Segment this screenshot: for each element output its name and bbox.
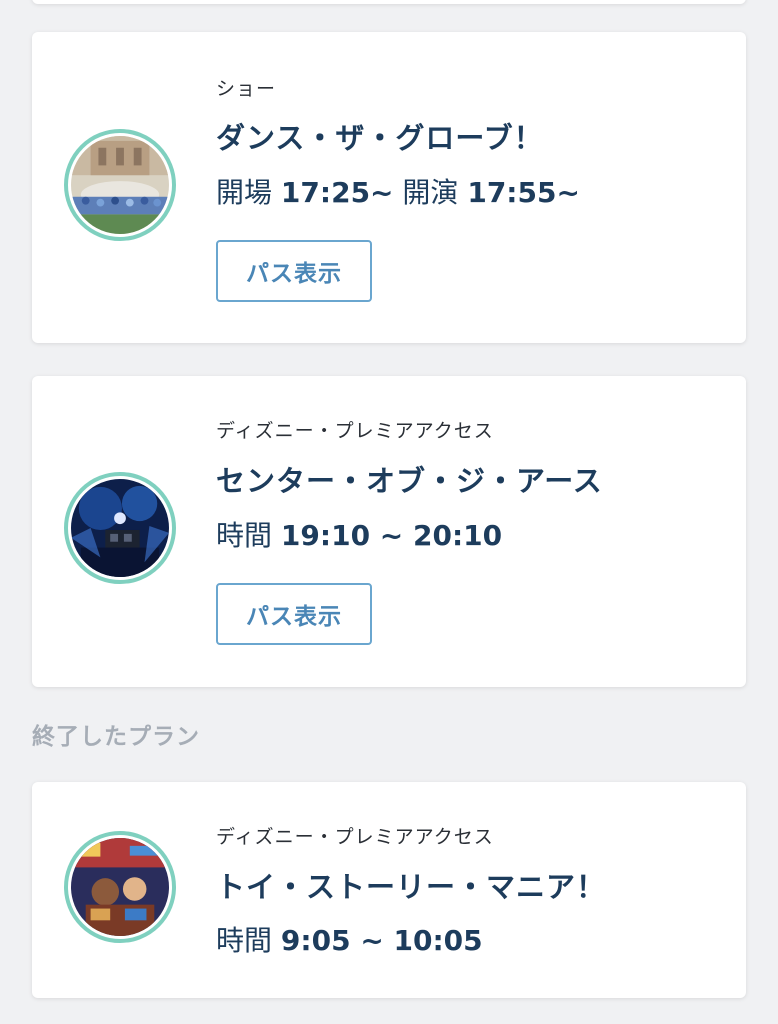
plan-title: ダンス・ザ・グローブ！: [216, 121, 544, 155]
plan-category: ショー: [216, 78, 277, 100]
previous-plan-card: [32, 0, 746, 4]
time-label: 時間: [216, 924, 273, 957]
open-time: 17:25~: [280, 176, 394, 209]
plan-category: ディズニー・プレミアアクセス: [216, 420, 494, 442]
start-time: 17:55~: [467, 176, 580, 209]
attraction-image: [71, 838, 169, 936]
finished-plans-heading: 終了したプラン: [32, 724, 200, 750]
start-label: 開演: [402, 176, 459, 209]
plan-time: 開場 17:25~ 開演 17:55~: [216, 171, 580, 211]
show-thumbnail: [64, 129, 176, 241]
show-pass-button[interactable]: パス表示: [216, 240, 372, 302]
plan-card-dance-the-globe[interactable]: ショー ダンス・ザ・グローブ！ 開場 17:25~ 開演 17:55~ パス表示: [32, 32, 746, 343]
attraction-image: [71, 479, 169, 577]
time-range: 19:10 ~ 20:10: [280, 519, 503, 552]
plan-time: 時間 9:05 ~ 10:05: [216, 919, 483, 959]
attraction-thumbnail: [64, 472, 176, 584]
time-range: 9:05 ~ 10:05: [280, 924, 483, 957]
time-label: 時間: [216, 519, 273, 552]
open-label: 開場: [216, 176, 273, 209]
plan-time: 時間 19:10 ~ 20:10: [216, 514, 502, 554]
plan-title: センター・オブ・ジ・アース: [216, 464, 603, 498]
plan-category: ディズニー・プレミアアクセス: [216, 826, 494, 848]
show-stage-image: [71, 136, 169, 234]
attraction-thumbnail: [64, 831, 176, 943]
plan-card-center-of-the-earth[interactable]: ディズニー・プレミアアクセス センター・オブ・ジ・アース 時間 19:10 ~ …: [32, 376, 746, 687]
show-pass-button[interactable]: パス表示: [216, 583, 372, 645]
plan-card-toy-story-mania[interactable]: ディズニー・プレミアアクセス トイ・ストーリー・マニア！ 時間 9:05 ~ 1…: [32, 782, 746, 998]
plan-title: トイ・ストーリー・マニア！: [216, 870, 607, 904]
